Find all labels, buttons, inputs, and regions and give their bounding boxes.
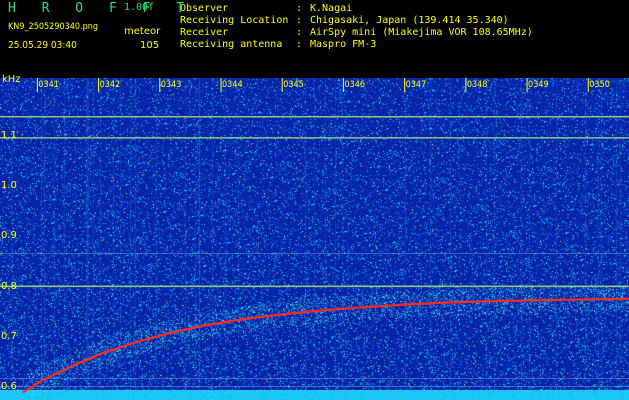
x-tick-label: 0350 <box>589 80 610 90</box>
y-tick-label: 0.8 <box>1 280 17 292</box>
x-tick-label: 0343 <box>160 80 182 90</box>
noise-floor-band <box>0 390 629 400</box>
x-tick-label: 0341 <box>38 80 59 90</box>
x-tick-label: 0347 <box>405 80 427 90</box>
y-tick-label: 0.7 <box>1 331 17 343</box>
spectrogram-overlay <box>0 78 629 400</box>
x-tick-label: 0342 <box>99 80 121 90</box>
x-tick-label: 0348 <box>466 80 488 90</box>
x-tick-label: 0346 <box>344 80 366 90</box>
x-tick-label: 0345 <box>283 80 304 90</box>
x-tick-label: 0344 <box>222 80 243 90</box>
x-tick-label: 0349 <box>528 80 549 90</box>
y-axis-unit-label: kHz <box>2 74 21 85</box>
y-tick-label: 0.9 <box>1 230 17 242</box>
y-tick-label: 0.6 <box>1 381 17 393</box>
y-tick-label: 1.1 <box>1 129 17 141</box>
y-tick-label: 1.0 <box>1 180 17 192</box>
